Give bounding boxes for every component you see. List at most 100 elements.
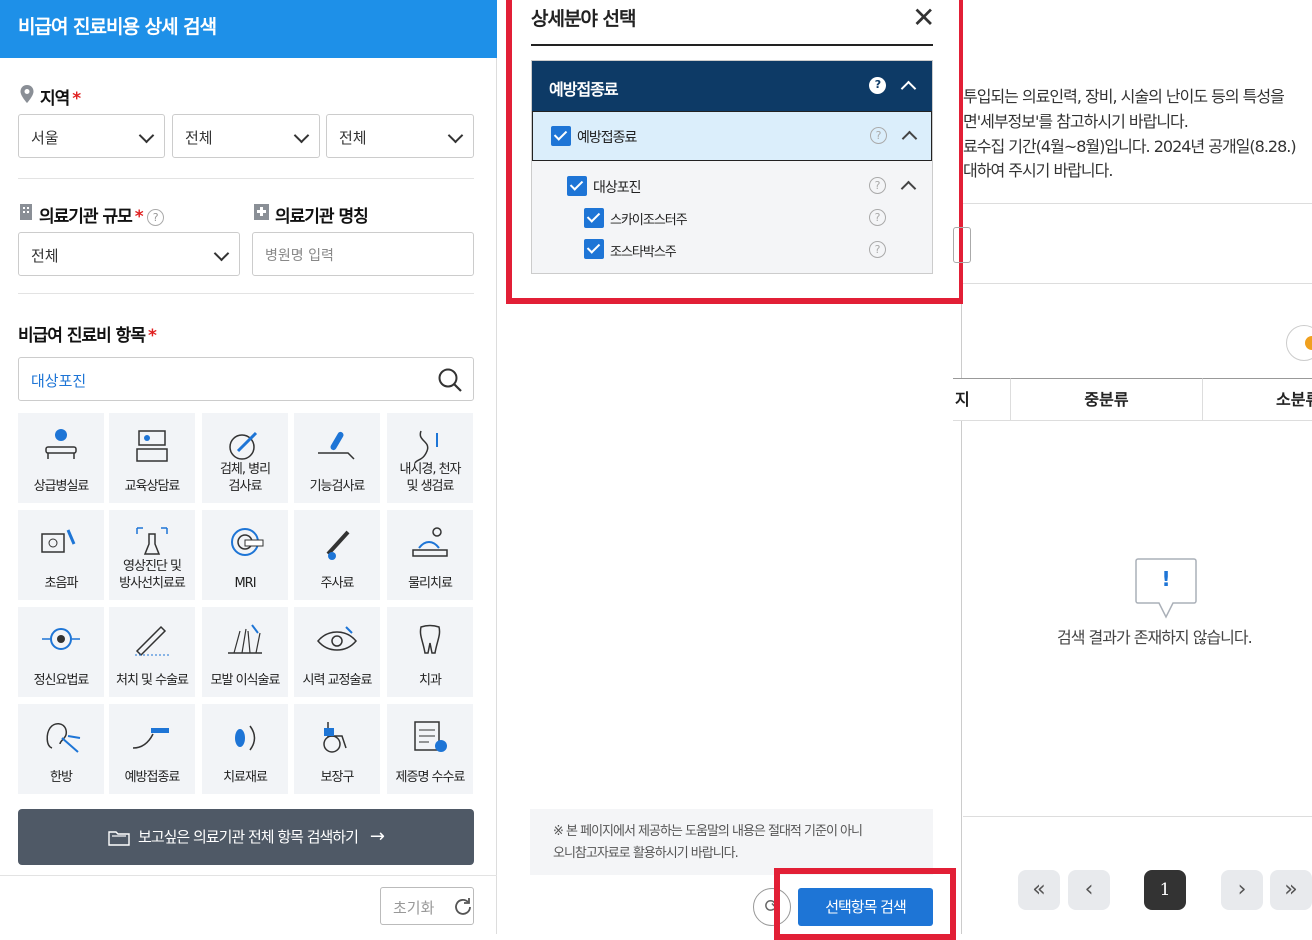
category-hospital-bed[interactable]: 상급병실료	[18, 413, 104, 503]
chevron-down-icon	[213, 245, 230, 262]
divider	[963, 816, 1312, 817]
xray-icon	[109, 524, 195, 562]
category-tooth[interactable]: 치과	[387, 607, 473, 697]
category-label: 정신요법료	[33, 673, 90, 688]
search-icon[interactable]	[437, 367, 463, 393]
page-1-button[interactable]: 1	[1144, 870, 1186, 910]
category-acupuncture-ear[interactable]: 한방	[18, 704, 104, 794]
category-ultrasound[interactable]: 초음파	[18, 510, 104, 600]
help-notice: ※ 본 페이지에서 제공하는 도움말의 내용은 절대적 기준이 아니 오니참고자료…	[530, 809, 933, 875]
divider	[963, 283, 1312, 284]
items-label: 비급여 진료비 항목 *	[18, 326, 157, 346]
region-town-select[interactable]: 전체	[326, 114, 474, 158]
scale-select[interactable]: 전체	[18, 232, 240, 276]
input-field[interactable]	[953, 227, 971, 263]
category-label: 시력 교정술료	[302, 673, 373, 688]
category-hair-transplant[interactable]: 모발 이식술료	[202, 607, 288, 697]
mri-icon	[202, 524, 288, 562]
column-header-small: 소분류	[1202, 378, 1312, 421]
column-header: 지	[953, 378, 1010, 421]
empty-message: 검색 결과가 존재하지 않습니다.	[1057, 628, 1253, 647]
category-counseling-desk[interactable]: 교육상담료	[109, 413, 195, 503]
arrow-right-icon: →	[369, 826, 385, 847]
category-label: 기능검사료	[309, 479, 366, 494]
results-panel: 투입되는 의료인력, 장비, 시술의 난이도 등의 특성을 면'세부정보'를 참…	[953, 0, 1312, 934]
hair-transplant-icon	[202, 621, 288, 659]
region-district-select[interactable]: 전체	[172, 114, 320, 158]
category-label: MRI	[234, 576, 256, 591]
last-page-button[interactable]: »	[1270, 870, 1312, 910]
category-endoscope[interactable]: 내시경, 천자 및 생검료	[387, 413, 473, 503]
function-test-icon	[294, 427, 380, 465]
warning-icon	[1305, 336, 1312, 350]
category-label: 상급병실료	[33, 479, 90, 494]
hospital-name-input[interactable]: 병원명 입력	[252, 232, 474, 276]
info-line: 투입되는 의료인력, 장비, 시술의 난이도 등의 특성을	[963, 87, 1285, 106]
divider	[0, 875, 497, 876]
category-label: 주사료	[320, 576, 355, 591]
prev-page-button[interactable]: ‹	[1068, 870, 1110, 910]
category-label: 예방접종료	[124, 770, 181, 785]
wheelchair-icon	[294, 718, 380, 756]
refresh-icon	[455, 898, 471, 915]
location-pin-icon	[20, 85, 34, 103]
folder-icon	[108, 831, 130, 846]
category-label: 검체, 병리 검사료	[219, 462, 271, 494]
empty-mark: !	[1161, 567, 1171, 591]
category-label: 영상진단 및 방사선치료료	[119, 559, 186, 591]
eye-icon	[294, 621, 380, 659]
help-icon[interactable]: ?	[146, 209, 164, 226]
chevron-down-icon	[293, 127, 310, 144]
reset-button[interactable]: 초기화	[380, 887, 474, 925]
category-label: 치료재료	[223, 770, 268, 785]
column-header-middle: 중분류	[1010, 378, 1202, 421]
info-line: 면'세부정보'를 참고하시기 바랍니다.	[963, 112, 1189, 131]
next-page-button[interactable]: ›	[1221, 870, 1263, 910]
category-xray[interactable]: 영상진단 및 방사선치료료	[109, 510, 195, 600]
category-label: 초음파	[44, 576, 79, 591]
hospital-bed-icon	[18, 427, 104, 465]
category-mri[interactable]: MRI	[202, 510, 288, 600]
category-physical-therapy[interactable]: 물리치료	[387, 510, 473, 600]
ultrasound-icon	[18, 524, 104, 562]
category-lens-material[interactable]: 치료재료	[202, 704, 288, 794]
category-vaccine-arm[interactable]: 예방접종료	[109, 704, 195, 794]
category-scalpel[interactable]: 처치 및 수술료	[109, 607, 195, 697]
category-function-test[interactable]: 기능검사료	[294, 413, 380, 503]
category-eye[interactable]: 시력 교정술료	[294, 607, 380, 697]
category-syringe[interactable]: 주사료	[294, 510, 380, 600]
highlight-box	[506, 0, 965, 304]
category-certificate[interactable]: 제증명 수수료	[387, 704, 473, 794]
syringe-icon	[294, 524, 380, 562]
first-page-button[interactable]: «	[1018, 870, 1060, 910]
building-icon	[20, 204, 32, 220]
category-label: 치과	[419, 673, 442, 688]
name-label: 의료기관 명칭	[275, 207, 369, 227]
items-search-input[interactable]: 대상포진	[18, 357, 474, 401]
lab-test-icon	[202, 427, 288, 465]
search-all-items-button[interactable]: 보고싶은 의료기관 전체 항목 검색하기 →	[18, 809, 474, 865]
tooth-icon	[387, 621, 473, 659]
vaccine-arm-icon	[109, 718, 195, 756]
chevron-down-icon	[138, 127, 155, 144]
certificate-icon	[387, 718, 473, 756]
search-panel: 비급여 진료비용 상세 검색 지역 * 서울 전체 전체 의료기관 규모 *? 의료…	[0, 0, 497, 934]
alert-button[interactable]	[1286, 325, 1312, 361]
info-line: 료수집 기간(4월~8월)입니다. 2024년 공개일(8.28.)	[963, 137, 1297, 156]
category-label: 제증명 수수료	[395, 770, 466, 785]
category-lab-test[interactable]: 검체, 병리 검사료	[202, 413, 288, 503]
category-brain[interactable]: 정신요법료	[18, 607, 104, 697]
divider	[963, 203, 1312, 204]
scalpel-icon	[109, 621, 195, 659]
divider	[18, 178, 474, 179]
category-label: 모발 이식술료	[210, 673, 281, 688]
region-label: 지역 *	[40, 89, 81, 109]
region-city-select[interactable]: 서울	[18, 114, 165, 158]
counseling-desk-icon	[109, 427, 195, 465]
highlight-box	[774, 868, 956, 940]
scale-label: 의료기관 규모 *?	[39, 202, 164, 227]
category-label: 물리치료	[408, 576, 453, 591]
divider	[18, 293, 474, 294]
category-wheelchair[interactable]: 보장구	[294, 704, 380, 794]
panel-title: 비급여 진료비용 상세 검색	[0, 0, 497, 58]
